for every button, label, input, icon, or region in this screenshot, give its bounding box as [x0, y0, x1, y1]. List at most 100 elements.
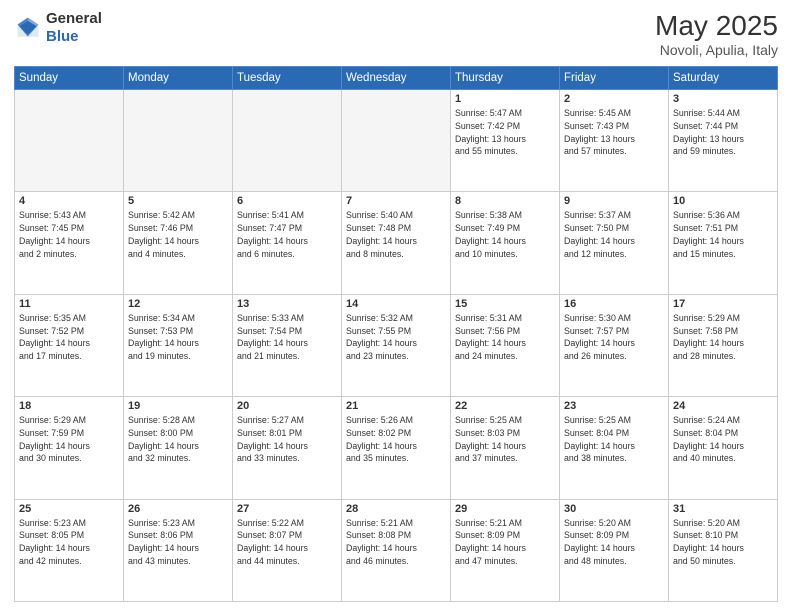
day-info: Sunrise: 5:22 AMSunset: 8:07 PMDaylight:… [237, 517, 337, 568]
day-number: 3 [673, 93, 773, 105]
day-number: 10 [673, 195, 773, 207]
day-number: 30 [564, 503, 664, 515]
calendar-week-row: 25 Sunrise: 5:23 AMSunset: 8:05 PMDayligh… [15, 499, 778, 601]
day-info: Sunrise: 5:21 AMSunset: 8:09 PMDaylight:… [455, 517, 555, 568]
day-number: 13 [237, 298, 337, 310]
day-number: 8 [455, 195, 555, 207]
day-info: Sunrise: 5:25 AMSunset: 8:04 PMDaylight:… [564, 414, 664, 465]
calendar-cell: 20 Sunrise: 5:27 AMSunset: 8:01 PMDayligh… [233, 397, 342, 499]
calendar-cell: 6 Sunrise: 5:41 AMSunset: 7:47 PMDaylight… [233, 192, 342, 294]
day-info: Sunrise: 5:23 AMSunset: 8:05 PMDaylight:… [19, 517, 119, 568]
day-number: 31 [673, 503, 773, 515]
day-info: Sunrise: 5:24 AMSunset: 8:04 PMDaylight:… [673, 414, 773, 465]
calendar-cell: 2 Sunrise: 5:45 AMSunset: 7:43 PMDaylight… [560, 90, 669, 192]
calendar-cell: 30 Sunrise: 5:20 AMSunset: 8:09 PMDayligh… [560, 499, 669, 601]
logo-general: General [46, 10, 102, 28]
day-info: Sunrise: 5:41 AMSunset: 7:47 PMDaylight:… [237, 209, 337, 260]
calendar-cell: 22 Sunrise: 5:25 AMSunset: 8:03 PMDayligh… [451, 397, 560, 499]
weekday-header: Thursday [451, 67, 560, 90]
calendar-cell: 5 Sunrise: 5:42 AMSunset: 7:46 PMDaylight… [124, 192, 233, 294]
day-number: 17 [673, 298, 773, 310]
calendar-table: SundayMondayTuesdayWednesdayThursdayFrid… [14, 66, 778, 602]
day-info: Sunrise: 5:29 AMSunset: 7:59 PMDaylight:… [19, 414, 119, 465]
day-info: Sunrise: 5:44 AMSunset: 7:44 PMDaylight:… [673, 107, 773, 158]
calendar-cell: 19Sunrise: 5:28 AMSunset: 8:00 PMDayligh… [124, 397, 233, 499]
logo-text: General Blue [46, 10, 102, 46]
calendar-week-row: 1 Sunrise: 5:47 AMSunset: 7:42 PMDaylight… [15, 90, 778, 192]
day-number: 24 [673, 400, 773, 412]
calendar-week-row: 4 Sunrise: 5:43 AMSunset: 7:45 PMDaylight… [15, 192, 778, 294]
day-number: 1 [455, 93, 555, 105]
day-number: 6 [237, 195, 337, 207]
calendar-cell: 12Sunrise: 5:34 AMSunset: 7:53 PMDayligh… [124, 294, 233, 396]
day-info: Sunrise: 5:26 AMSunset: 8:02 PMDaylight:… [346, 414, 446, 465]
calendar-cell: 7 Sunrise: 5:40 AMSunset: 7:48 PMDaylight… [342, 192, 451, 294]
calendar-cell: 13Sunrise: 5:33 AMSunset: 7:54 PMDayligh… [233, 294, 342, 396]
day-number: 5 [128, 195, 228, 207]
calendar-cell: 16 Sunrise: 5:30 AMSunset: 7:57 PMDayligh… [560, 294, 669, 396]
logo: General Blue [14, 10, 102, 46]
calendar-cell: 15Sunrise: 5:31 AMSunset: 7:56 PMDayligh… [451, 294, 560, 396]
calendar-cell: 25 Sunrise: 5:23 AMSunset: 8:05 PMDayligh… [15, 499, 124, 601]
calendar-cell [342, 90, 451, 192]
calendar-cell: 26Sunrise: 5:23 AMSunset: 8:06 PMDayligh… [124, 499, 233, 601]
weekday-header: Wednesday [342, 67, 451, 90]
calendar-cell: 10Sunrise: 5:36 AMSunset: 7:51 PMDayligh… [669, 192, 778, 294]
day-info: Sunrise: 5:30 AMSunset: 7:57 PMDaylight:… [564, 312, 664, 363]
day-info: Sunrise: 5:31 AMSunset: 7:56 PMDaylight:… [455, 312, 555, 363]
day-info: Sunrise: 5:21 AMSunset: 8:08 PMDaylight:… [346, 517, 446, 568]
calendar-cell: 28 Sunrise: 5:21 AMSunset: 8:08 PMDayligh… [342, 499, 451, 601]
day-info: Sunrise: 5:29 AMSunset: 7:58 PMDaylight:… [673, 312, 773, 363]
day-info: Sunrise: 5:42 AMSunset: 7:46 PMDaylight:… [128, 209, 228, 260]
day-info: Sunrise: 5:25 AMSunset: 8:03 PMDaylight:… [455, 414, 555, 465]
day-info: Sunrise: 5:32 AMSunset: 7:55 PMDaylight:… [346, 312, 446, 363]
day-number: 16 [564, 298, 664, 310]
weekday-header: Friday [560, 67, 669, 90]
day-info: Sunrise: 5:43 AMSunset: 7:45 PMDaylight:… [19, 209, 119, 260]
day-number: 23 [564, 400, 664, 412]
calendar-cell: 4 Sunrise: 5:43 AMSunset: 7:45 PMDaylight… [15, 192, 124, 294]
title-block: May 2025 Novoli, Apulia, Italy [655, 10, 778, 58]
day-number: 2 [564, 93, 664, 105]
page: General Blue May 2025 Novoli, Apulia, It… [0, 0, 792, 612]
day-number: 20 [237, 400, 337, 412]
day-number: 4 [19, 195, 119, 207]
calendar-cell: 31Sunrise: 5:20 AMSunset: 8:10 PMDayligh… [669, 499, 778, 601]
calendar-cell: 18 Sunrise: 5:29 AMSunset: 7:59 PMDayligh… [15, 397, 124, 499]
day-number: 18 [19, 400, 119, 412]
weekday-header: Sunday [15, 67, 124, 90]
day-info: Sunrise: 5:47 AMSunset: 7:42 PMDaylight:… [455, 107, 555, 158]
day-info: Sunrise: 5:28 AMSunset: 8:00 PMDaylight:… [128, 414, 228, 465]
calendar-cell: 8 Sunrise: 5:38 AMSunset: 7:49 PMDaylight… [451, 192, 560, 294]
day-number: 25 [19, 503, 119, 515]
day-info: Sunrise: 5:37 AMSunset: 7:50 PMDaylight:… [564, 209, 664, 260]
day-info: Sunrise: 5:35 AMSunset: 7:52 PMDaylight:… [19, 312, 119, 363]
day-number: 14 [346, 298, 446, 310]
calendar-cell: 17 Sunrise: 5:29 AMSunset: 7:58 PMDayligh… [669, 294, 778, 396]
day-info: Sunrise: 5:40 AMSunset: 7:48 PMDaylight:… [346, 209, 446, 260]
day-number: 11 [19, 298, 119, 310]
calendar-cell: 9Sunrise: 5:37 AMSunset: 7:50 PMDaylight… [560, 192, 669, 294]
weekday-header: Monday [124, 67, 233, 90]
logo-icon [14, 14, 42, 42]
logo-blue: Blue [46, 28, 102, 46]
day-number: 27 [237, 503, 337, 515]
day-number: 7 [346, 195, 446, 207]
weekday-header: Tuesday [233, 67, 342, 90]
day-number: 22 [455, 400, 555, 412]
day-info: Sunrise: 5:20 AMSunset: 8:09 PMDaylight:… [564, 517, 664, 568]
day-number: 29 [455, 503, 555, 515]
day-number: 21 [346, 400, 446, 412]
calendar-cell: 3 Sunrise: 5:44 AMSunset: 7:44 PMDaylight… [669, 90, 778, 192]
day-number: 12 [128, 298, 228, 310]
calendar-cell: 29 Sunrise: 5:21 AMSunset: 8:09 PMDayligh… [451, 499, 560, 601]
day-info: Sunrise: 5:38 AMSunset: 7:49 PMDaylight:… [455, 209, 555, 260]
calendar-cell: 23 Sunrise: 5:25 AMSunset: 8:04 PMDayligh… [560, 397, 669, 499]
day-info: Sunrise: 5:45 AMSunset: 7:43 PMDaylight:… [564, 107, 664, 158]
day-number: 28 [346, 503, 446, 515]
day-number: 26 [128, 503, 228, 515]
title-month: May 2025 [655, 10, 778, 42]
day-info: Sunrise: 5:27 AMSunset: 8:01 PMDaylight:… [237, 414, 337, 465]
calendar-week-row: 18 Sunrise: 5:29 AMSunset: 7:59 PMDayligh… [15, 397, 778, 499]
weekday-header: Saturday [669, 67, 778, 90]
